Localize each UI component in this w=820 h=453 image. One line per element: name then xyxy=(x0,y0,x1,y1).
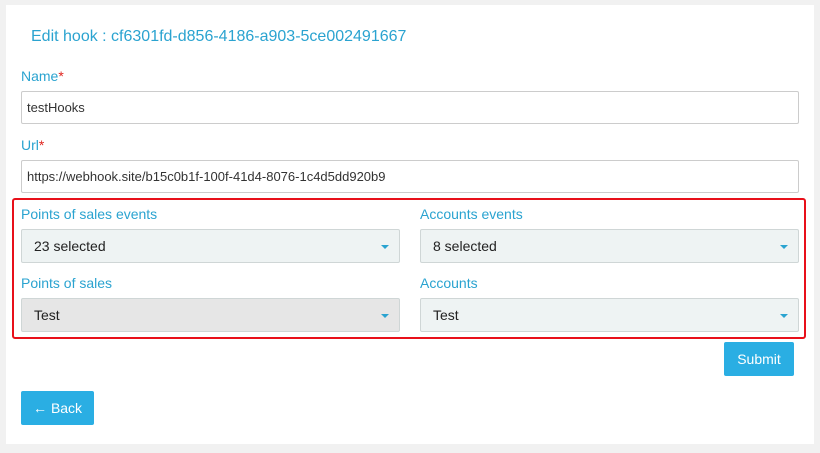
caret-down-icon xyxy=(780,314,788,318)
back-button[interactable]: ← Back xyxy=(21,391,94,425)
pos-label: Points of sales xyxy=(21,275,113,291)
required-mark: * xyxy=(58,68,64,84)
name-label-text: Name xyxy=(21,68,59,84)
arrow-left-icon: ← xyxy=(32,400,47,416)
pos-value: Test xyxy=(34,307,60,323)
pos-events-label: Points of sales events xyxy=(21,206,158,222)
required-mark: * xyxy=(38,137,45,153)
pos-select[interactable]: Test xyxy=(21,298,400,332)
account-events-label: Accounts events xyxy=(420,206,523,222)
account-events-select[interactable]: 8 selected xyxy=(420,229,799,263)
name-label: Name* xyxy=(21,68,64,84)
url-input[interactable] xyxy=(21,160,799,193)
url-label: Url* xyxy=(21,137,44,153)
submit-button[interactable]: Submit xyxy=(724,342,794,376)
pos-events-value: 23 selected xyxy=(34,238,106,254)
page-title: Edit hook : cf6301fd-d856-4186-a903-5ce0… xyxy=(31,28,407,45)
caret-down-icon xyxy=(780,245,788,249)
name-input[interactable] xyxy=(21,91,799,124)
back-label: Back xyxy=(50,400,83,416)
account-events-value: 8 selected xyxy=(433,238,497,254)
url-label-text: Url xyxy=(21,137,39,153)
pos-events-select[interactable]: 23 selected xyxy=(21,229,400,263)
accounts-value: Test xyxy=(433,307,459,323)
accounts-select[interactable]: Test xyxy=(420,298,799,332)
caret-down-icon xyxy=(381,314,389,318)
submit-label: Submit xyxy=(737,351,781,367)
caret-down-icon xyxy=(381,245,389,249)
accounts-label: Accounts xyxy=(420,275,478,291)
